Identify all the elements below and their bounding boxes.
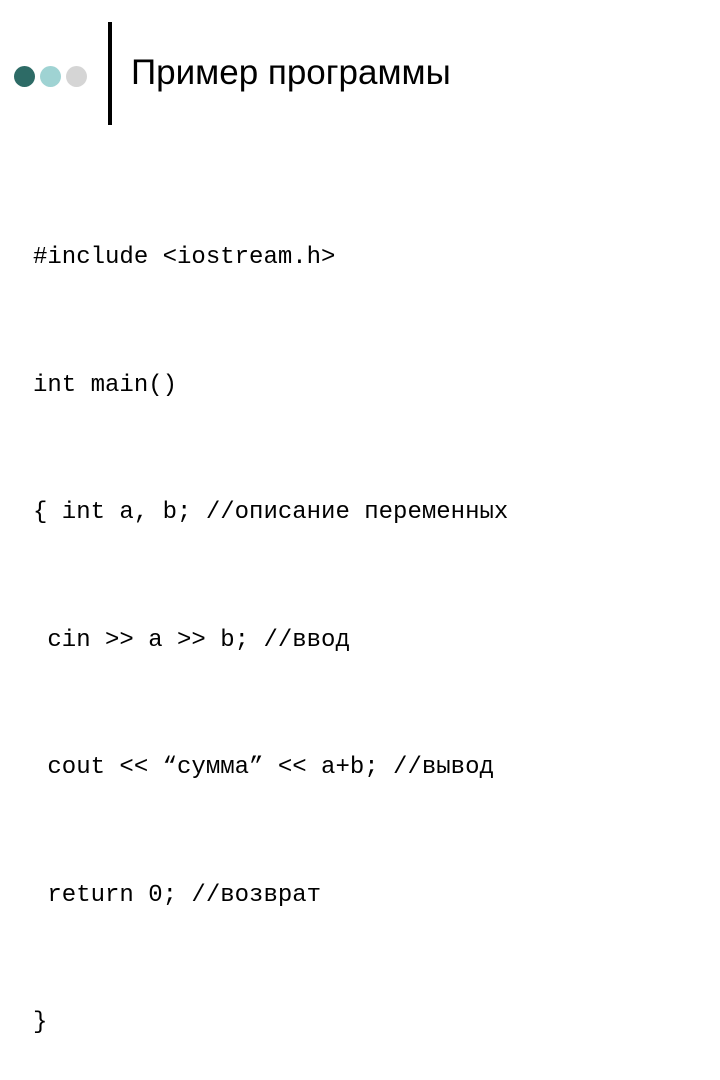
slide-header: Пример программы [0, 22, 720, 128]
code-line: { int a, b; //описание переменных [33, 499, 509, 526]
code-line: } [33, 1009, 48, 1036]
code-line: return 0; //возврат [33, 881, 322, 909]
code-line: cout << “сумма” << a+b; //вывод [33, 754, 494, 781]
slide: Пример программы #include <iostream.h> i… [0, 0, 720, 1036]
header-divider [108, 22, 112, 125]
code-line: cin >> a >> b; //ввод [33, 626, 350, 654]
bullet-dot-2-icon [40, 66, 61, 87]
bullet-dot-3-icon [66, 66, 87, 87]
code-line: #include <iostream.h> [33, 244, 336, 271]
bullet-cluster [14, 66, 100, 88]
code-line: int main() [33, 371, 178, 399]
bullet-dot-1-icon [14, 66, 35, 87]
code-block: #include <iostream.h> int main() { int a… [33, 152, 703, 1080]
slide-title: Пример программы [131, 53, 451, 92]
